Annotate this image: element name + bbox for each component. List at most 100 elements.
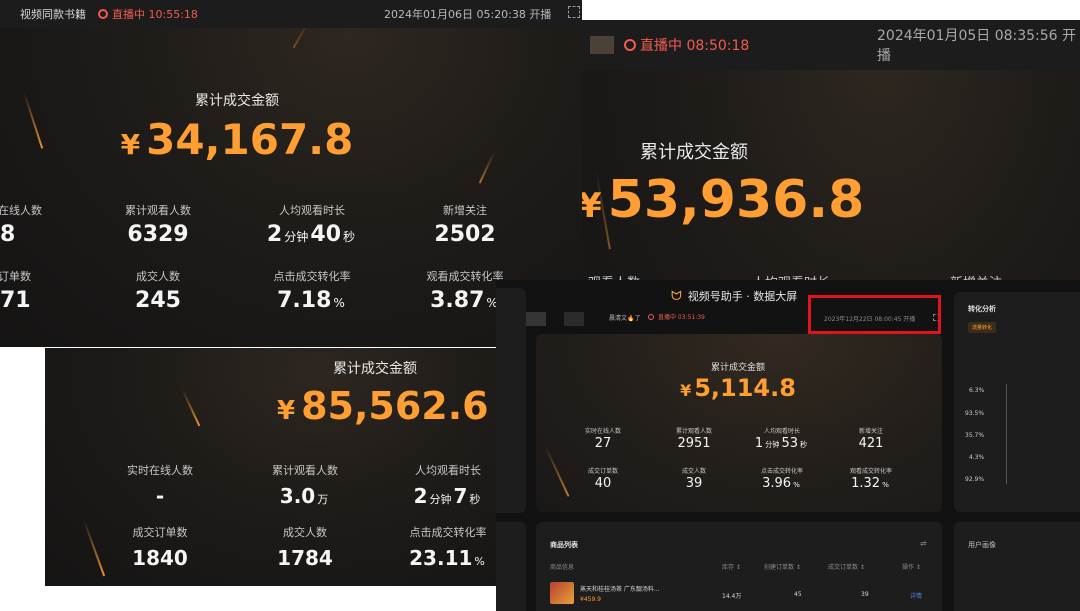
- stat-value: 71: [0, 288, 31, 313]
- stat-label: 点击成交转化率: [760, 468, 804, 475]
- gmv-label: 累计成交金额: [710, 363, 766, 373]
- stat-value: 1784: [277, 546, 333, 570]
- stat-value: 2 分钟40 秒: [266, 222, 356, 247]
- product-list-title: 商品列表: [550, 541, 578, 549]
- stat-label: 点击成交转化率: [273, 270, 351, 283]
- gmv-label: 累计成交金额: [640, 142, 748, 163]
- stat-value: 3.0 万: [279, 484, 329, 508]
- conversion-percent: 35.7%: [965, 432, 985, 439]
- live-dot-icon: [98, 9, 108, 19]
- left-side-card: [496, 288, 526, 513]
- app-header: ᗢ 视频号助手 · 数据大屏: [671, 288, 798, 304]
- stat-label: 累计观看人数: [675, 428, 713, 435]
- fullscreen-icon[interactable]: [568, 6, 580, 18]
- product-created-orders: 45: [794, 591, 802, 598]
- live-status: 直播中 03:51:39: [648, 312, 705, 321]
- conversion-card: 转化分析 流量转化 6.3% 93.5% 35.7% 4.3% 92.9%: [954, 292, 1080, 512]
- stat-label: 累计观看人数: [272, 464, 338, 477]
- conversion-percent: 6.3%: [969, 387, 985, 394]
- conversion-percent: 93.5%: [965, 410, 985, 417]
- stat-label: 人均观看时长: [279, 204, 345, 217]
- stat-value: 2951: [677, 436, 711, 451]
- room-title: 视频同款书籍: [20, 8, 86, 21]
- user-portrait-title: 用户画像: [968, 541, 996, 549]
- stat-value: 27: [594, 436, 612, 451]
- room-avatar-blur: [526, 312, 546, 326]
- stat-value: 1 分钟 53 秒: [754, 436, 808, 451]
- start-time: 2024年01月05日 08:35:56 开播: [877, 28, 1077, 64]
- product-detail-link[interactable]: 详情: [910, 591, 922, 600]
- stat-value: 3.96%: [762, 476, 800, 491]
- filter-icon[interactable]: ⇌: [920, 539, 927, 548]
- gmv-label: 累计成交金额: [195, 93, 279, 109]
- stat-value: 7.18%: [277, 288, 345, 313]
- room-name: 晨清文🔥了: [609, 315, 641, 322]
- product-thumbnail: [550, 582, 574, 604]
- stat-value: 3.87%: [430, 288, 498, 313]
- product-stock: 14.4万: [722, 593, 742, 600]
- stat-label: 成交订单数: [587, 468, 619, 475]
- stat-label: 观看成交转化率: [849, 468, 893, 475]
- dashboard-panel-3: 累计成交金额 ¥85,562.6 实时在线人数 - 累计观看人数 3.0 万 人均…: [45, 348, 500, 586]
- gmv-label: 累计成交金额: [333, 361, 417, 377]
- room-avatar-blur-2: [564, 312, 584, 326]
- stat-value: 23.11%: [409, 546, 485, 570]
- app-logo-icon: ᗢ: [671, 288, 682, 304]
- stat-value: 8: [0, 222, 16, 247]
- stat-value: 2 分钟 7 秒: [413, 484, 481, 508]
- user-portrait-card: 用户画像: [954, 522, 1080, 611]
- stat-label: 在线人数: [0, 204, 42, 217]
- dashboard-panel-4: ᗢ 视频号助手 · 数据大屏 晨清文🔥了 直播中 03:51:39 2023年1…: [496, 280, 1080, 611]
- stat-value: 39: [685, 476, 703, 491]
- column-header: 商品信息: [550, 564, 575, 571]
- stat-value: -: [155, 484, 165, 508]
- stat-label: 成交人数: [283, 526, 327, 539]
- column-header[interactable]: 创建订单数 ↕: [764, 562, 801, 571]
- stat-label: 累计观看人数: [125, 204, 191, 217]
- stat-label: 实时在线人数: [584, 428, 622, 435]
- stat-value: 245: [135, 288, 181, 313]
- dashboard-panel-1: 视频同款书籍 直播中 10:55:18 2024年01月06日 05:20:38…: [0, 0, 582, 347]
- funnel-bar: [1006, 384, 1015, 484]
- stat-value: 40: [594, 476, 612, 491]
- stat-label: 新增关注: [443, 204, 487, 217]
- highlight-box: [808, 295, 941, 334]
- stat-label: 成交人数: [681, 468, 707, 475]
- stat-value: 421: [858, 436, 884, 451]
- stat-label: 成交人数: [136, 270, 180, 283]
- stat-label: 人均观看时长: [763, 428, 801, 435]
- table-row: 蒸天和桂桂汤茶 广东靓汤料... ¥459.9 14.4万 45 39 详情: [536, 578, 942, 608]
- stats-card: 累计成交金额 ¥5,114.8 实时在线人数 27 累计观看人数 2951 人均…: [536, 334, 942, 512]
- gmv-value: ¥53,936.8: [582, 170, 865, 230]
- conversion-percent: 4.3%: [969, 454, 985, 461]
- product-price: ¥459.9: [580, 596, 601, 603]
- tab-traffic-conversion[interactable]: 流量转化: [968, 322, 997, 333]
- stat-label: 人均观看时长: [415, 464, 481, 477]
- stat-label: 点击成交转化率: [409, 526, 487, 539]
- live-status: 直播中 10:55:18: [98, 6, 198, 22]
- product-deal-orders: 39: [861, 591, 869, 598]
- stat-value: 1.32%: [851, 476, 889, 491]
- product-name: 蒸天和桂桂汤茶 广东靓汤料...: [580, 586, 660, 593]
- product-list-card: 商品列表 ⇌ 商品信息 库存 ↕ 创建订单数 ↕ 成交订单数 ↕ 操作 ↕ 蒸天…: [536, 522, 942, 611]
- stat-label: 实时在线人数: [127, 464, 193, 477]
- column-header[interactable]: 成交订单数 ↕: [828, 562, 865, 571]
- stat-label: 成交订单数: [132, 526, 188, 539]
- stat-label: 新增关注: [858, 428, 884, 435]
- stat-label: 观看成交转化率: [426, 270, 504, 283]
- live-status: 直播中 08:50:18: [624, 35, 749, 55]
- start-time: 2024年01月06日 05:20:38 开播: [384, 8, 552, 21]
- room-avatar: [590, 36, 614, 54]
- live-dot-icon: [624, 39, 636, 51]
- stat-value: 6329: [127, 222, 189, 247]
- gmv-value: ¥5,114.8: [680, 374, 796, 402]
- column-header[interactable]: 操作 ↕: [902, 562, 921, 571]
- column-header[interactable]: 库存 ↕: [722, 562, 741, 571]
- stat-label: 订单数: [0, 270, 31, 283]
- gmv-value: ¥85,562.6: [277, 384, 489, 428]
- live-dot-icon: [648, 313, 654, 320]
- stat-value: 2502: [434, 222, 496, 247]
- stat-value: 1840: [132, 546, 188, 570]
- left-lower-card: [496, 522, 526, 611]
- conversion-percent: 92.9%: [965, 476, 985, 483]
